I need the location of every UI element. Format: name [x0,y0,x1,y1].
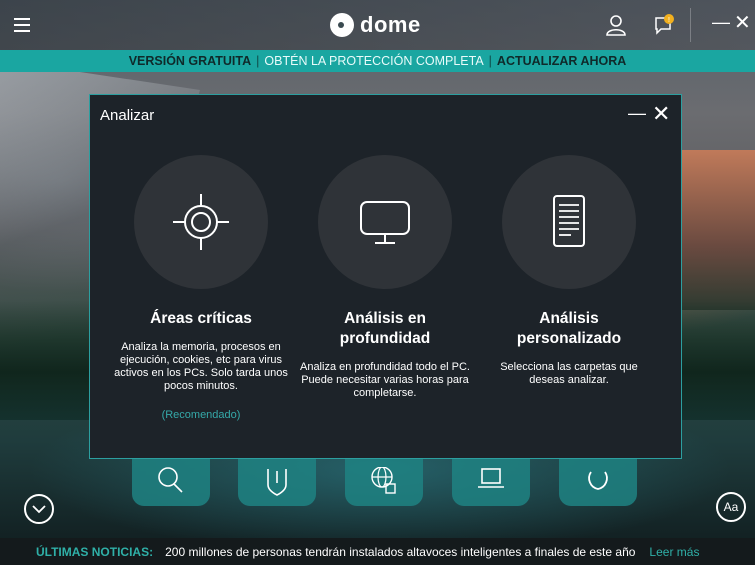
laptop-icon [478,468,504,488]
expand-menu-button[interactable] [24,494,54,524]
news-label: ÚLTIMAS NOTICIAS: [36,544,154,559]
minimize-button[interactable]: — [712,12,730,33]
scan-option-icon-bg [134,155,268,289]
dome-logo-icon [330,13,354,37]
title-bar: dome ! — ✕ [0,0,755,50]
user-account-icon[interactable] [605,14,627,36]
full-protection-label: OBTÉN LA PROTECCIÓN COMPLETA [264,54,484,68]
scan-option-icon-bg [502,155,636,289]
upgrade-now-link[interactable]: ACTUALIZAR AHORA [497,54,626,68]
app-logo: dome [330,10,421,40]
news-headline: 200 millones de personas tendrán instala… [165,544,636,559]
scan-option-title: Análisis en profundidad [290,309,480,349]
scan-option-description: Analiza la memoria, procesos en ejecució… [114,341,288,392]
recommended-label: (Recomendado) [161,409,241,421]
dialog-minimize-button[interactable]: — [628,103,646,124]
scan-option-description: Analiza en profundidad todo el PC. Puede… [299,361,470,399]
globe-lock-icon [371,467,396,494]
scan-option-icon-bg [318,155,452,289]
scan-option-title: Áreas críticas [150,310,252,327]
read-more-link[interactable]: Leer más [649,545,699,559]
app-brand: dome [360,12,421,37]
banner-separator: | [256,54,260,68]
refresh-icon [588,471,608,490]
scan-dialog: Analizar — ✕ Áreas críticas Analiza la m… [89,94,682,459]
banner-separator: | [488,54,492,68]
upgrade-banner: VERSIÓN GRATUITA | OBTÉN LA PROTECCIÓN C… [0,50,755,72]
free-version-label: VERSIÓN GRATUITA [128,54,252,68]
feature-device-button[interactable] [452,458,530,506]
scan-option-title-line2: personalizado [516,330,622,347]
scan-option-custom[interactable]: Análisis personalizado Selecciona las ca… [474,155,664,387]
scan-option-title-line2: profundidad [339,330,431,347]
feature-vpn-button[interactable] [559,458,637,506]
scan-option-title-line1: Análisis en [344,310,426,327]
feature-scan-button[interactable] [132,458,210,506]
notifications-icon[interactable]: ! [652,13,676,37]
scan-option-title: Análisis personalizado [474,309,664,349]
monitor-icon [360,201,410,244]
scan-option-title-line1: Análisis [539,310,599,327]
font-size-button[interactable]: Aa [716,492,746,522]
crosshair-icon [173,194,229,250]
title-bar-divider [690,8,691,42]
scan-option-deep-scan[interactable]: Análisis en profundidad Analiza en profu… [290,155,480,400]
chevron-down-icon [32,505,46,514]
document-icon [553,195,585,247]
news-ticker: ÚLTIMAS NOTICIAS: 200 millones de person… [0,538,755,565]
shield-icon [267,469,287,496]
dialog-close-button[interactable]: ✕ [652,101,670,127]
scan-option-description: Selecciona las carpetas que deseas anali… [500,361,638,386]
svg-text:!: ! [668,17,670,24]
feature-protection-button[interactable] [238,458,316,506]
close-button[interactable]: ✕ [734,10,751,35]
hamburger-menu-icon[interactable] [14,18,30,32]
feature-web-button[interactable] [345,458,423,506]
dialog-title: Analizar [100,107,155,124]
scan-option-critical-areas[interactable]: Áreas críticas Analiza la memoria, proce… [106,155,296,421]
magnifier-icon [158,467,183,493]
